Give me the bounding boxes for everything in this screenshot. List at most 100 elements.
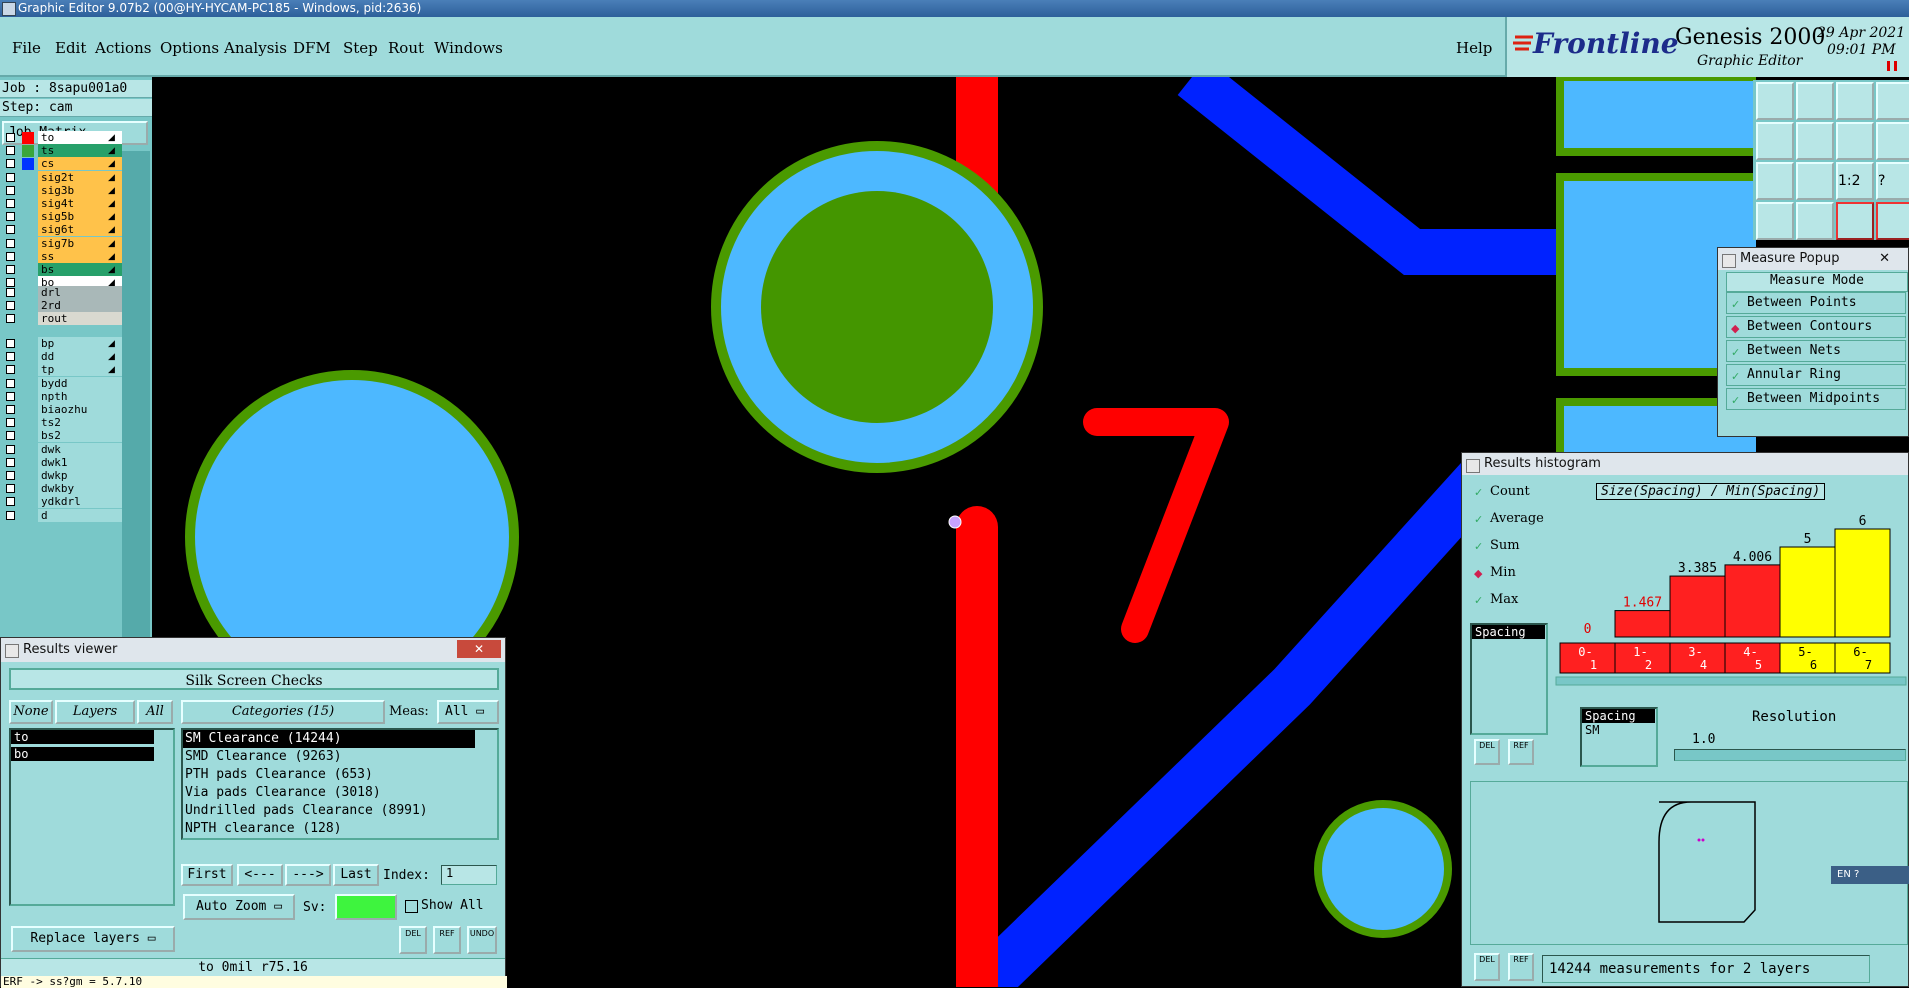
results-layers-list[interactable]: to bo [9, 728, 175, 906]
layer-checkbox[interactable] [6, 444, 15, 454]
layer-checkbox[interactable] [6, 251, 15, 261]
tool-help-icon[interactable]: ? [1876, 162, 1909, 200]
tool-home-icon[interactable] [1836, 82, 1874, 120]
ime-tray[interactable]: EN ? [1831, 866, 1909, 884]
layer-name[interactable]: rout [38, 312, 122, 326]
spacing-list-item[interactable]: Spacing [1582, 709, 1655, 723]
layer-checkbox[interactable] [6, 265, 15, 274]
tool-window-icon[interactable] [1876, 82, 1909, 120]
measure-mode-option[interactable]: ✓ Between Points [1726, 292, 1906, 314]
layer-name[interactable]: biaozhu [38, 403, 122, 416]
layer-checkbox[interactable] [6, 471, 15, 480]
results-undo-button[interactable]: UNDO [467, 926, 497, 954]
layer-checkbox[interactable] [6, 484, 15, 494]
category-item[interactable]: Via pads Clearance (3018) [183, 784, 475, 802]
layer-checkbox[interactable] [6, 199, 15, 208]
category-item[interactable]: NPTH clearance (128) [183, 820, 475, 838]
histogram-del-button[interactable]: DEL [1474, 739, 1500, 765]
layer-row[interactable]: biaozhu [4, 403, 122, 417]
layer-checkbox[interactable] [6, 185, 15, 195]
tool-scale-1-2-icon[interactable]: 1:2 [1836, 162, 1874, 200]
results-layer-item[interactable]: bo [11, 747, 154, 761]
layer-row[interactable]: tp ◢ [4, 363, 122, 377]
menu-analysis[interactable]: Analysis [224, 39, 287, 57]
layer-checkbox[interactable] [6, 352, 15, 362]
layer-row[interactable]: bs ◢ [4, 263, 122, 277]
histogram-option[interactable]: ✓ Max [1470, 589, 1548, 613]
layer-checkbox[interactable] [6, 159, 15, 169]
select-none-button[interactable]: None [9, 700, 53, 724]
first-button[interactable]: First [181, 864, 233, 886]
menu-edit[interactable]: Edit [55, 39, 86, 57]
layer-row[interactable]: sig6t ◢ [4, 223, 122, 237]
histogram-field-item[interactable]: Spacing [1472, 625, 1545, 639]
spacing-list[interactable]: Spacing SM [1580, 707, 1658, 767]
replace-layers-select[interactable]: Replace layers ▭ [11, 926, 175, 952]
histogram-bar[interactable] [1779, 546, 1836, 638]
layer-list-scrollbar[interactable] [122, 151, 150, 641]
tool-grid-icon[interactable] [1796, 202, 1834, 240]
categories-button[interactable]: Categories (15) [181, 700, 385, 724]
layer-name[interactable]: 2rd [38, 299, 122, 313]
measure-mode-option[interactable]: ✓ Between Nets [1726, 340, 1906, 362]
layer-checkbox[interactable] [6, 457, 15, 467]
tool-fit-icon[interactable] [1756, 162, 1794, 200]
tool-pan-right-icon[interactable] [1796, 122, 1834, 160]
layer-checkbox[interactable] [6, 510, 15, 520]
results-ref-button[interactable]: REF [433, 926, 461, 954]
tool-net-alt-icon[interactable] [1876, 202, 1909, 240]
previous-button[interactable]: <--- [237, 864, 283, 886]
histogram-ref-button-2[interactable]: REF [1508, 953, 1534, 981]
layer-checkbox[interactable] [6, 378, 15, 388]
layers-button[interactable]: Layers [55, 700, 135, 724]
layer-row[interactable]: sig5b ◢ [4, 210, 122, 224]
menu-step[interactable]: Step [343, 39, 378, 57]
tool-pan-left-icon[interactable] [1756, 122, 1794, 160]
layer-row[interactable]: 2rd [4, 299, 122, 313]
layer-name[interactable]: dwk1 [38, 455, 122, 469]
layer-checkbox[interactable] [6, 238, 15, 248]
layer-row[interactable]: ss ◢ [4, 249, 122, 264]
layer-name[interactable]: d [38, 508, 122, 522]
category-item[interactable]: SM Clearance (14244) [183, 730, 475, 748]
layer-checkbox[interactable] [6, 431, 15, 441]
menu-dfm[interactable]: DFM [293, 39, 331, 57]
layer-row[interactable]: sig2t ◢ [4, 170, 122, 185]
layer-row[interactable]: sig4t ◢ [4, 197, 122, 211]
layer-checkbox[interactable] [6, 418, 15, 428]
histogram-scrollbar[interactable] [1555, 676, 1907, 686]
menu-help[interactable]: Help [1456, 39, 1492, 57]
measure-mode-option[interactable]: ✓ Annular Ring [1726, 364, 1906, 386]
layer-checkbox[interactable] [6, 497, 15, 507]
layer-row[interactable]: dwk [4, 442, 122, 457]
histogram-option[interactable]: ✓ Sum [1470, 535, 1548, 559]
histogram-bar[interactable] [1669, 575, 1726, 638]
close-button-icon[interactable]: ✕ [457, 640, 501, 658]
category-item[interactable]: PTH pads Clearance (653) [183, 766, 475, 784]
measure-mode-option[interactable]: ◆ Between Contours [1726, 316, 1906, 338]
histogram-option[interactable]: ✓ Average [1470, 508, 1548, 532]
layer-checkbox[interactable] [6, 405, 15, 414]
layer-row[interactable]: rout [4, 312, 122, 326]
layer-row[interactable]: d [4, 508, 122, 523]
meas-select[interactable]: All ▭ [437, 700, 499, 724]
layer-row[interactable]: drl [4, 286, 122, 300]
layer-name[interactable]: ydkdrl [38, 495, 122, 509]
results-layer-item[interactable]: to [11, 730, 154, 744]
layer-row[interactable]: sig3b ◢ [4, 183, 122, 198]
tool-measure-icon[interactable] [1756, 202, 1794, 240]
layer-row[interactable]: npth [4, 389, 122, 404]
index-input[interactable]: 1 [441, 865, 497, 885]
histogram-field-list[interactable]: Spacing [1470, 623, 1548, 735]
layer-checkbox[interactable] [6, 133, 15, 142]
tool-snap-icon[interactable] [1876, 122, 1909, 160]
layer-row[interactable]: dwk1 [4, 455, 122, 470]
tool-zoom-back-icon[interactable] [1796, 82, 1834, 120]
resolution-slider[interactable] [1674, 749, 1906, 761]
menu-file[interactable]: File [12, 39, 41, 57]
next-button[interactable]: ---> [285, 864, 331, 886]
last-button[interactable]: Last [333, 864, 379, 886]
layer-checkbox[interactable] [6, 339, 15, 348]
tool-center-icon[interactable] [1796, 162, 1834, 200]
show-all-checkbox[interactable] [405, 900, 418, 913]
